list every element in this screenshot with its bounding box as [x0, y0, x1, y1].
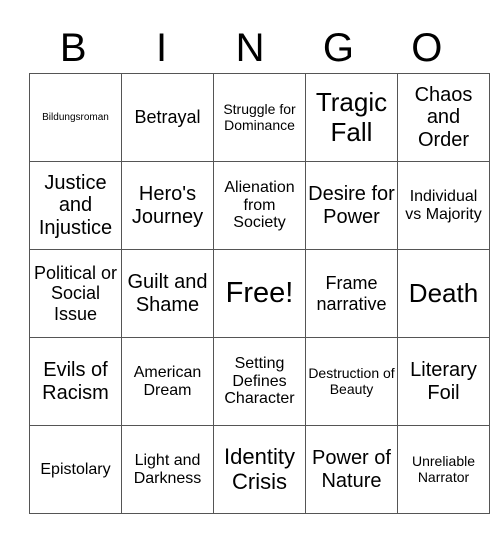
header-letter-n: N [235, 26, 265, 70]
grid-row: Bildungsroman Betrayal Struggle for Domi… [29, 73, 490, 162]
bingo-cell[interactable]: Alienation from Society [213, 161, 306, 250]
bingo-cell[interactable]: Political or Social Issue [29, 249, 122, 338]
bingo-cell[interactable]: Light and Darkness [121, 425, 214, 514]
header-letter-b: B [59, 26, 87, 70]
bingo-header: B I N G O [29, 24, 471, 72]
bingo-cell[interactable]: Chaos and Order [397, 73, 490, 162]
bingo-cell[interactable]: Hero's Journey [121, 161, 214, 250]
bingo-cell[interactable]: Literary Foil [397, 337, 490, 426]
bingo-cell[interactable]: Struggle for Dominance [213, 73, 306, 162]
bingo-cell[interactable]: Setting Defines Character [213, 337, 306, 426]
grid-row: Justice and Injustice Hero's Journey Ali… [29, 161, 490, 250]
bingo-cell[interactable]: Frame narrative [305, 249, 398, 338]
bingo-cell[interactable]: Evils of Racism [29, 337, 122, 426]
bingo-cell[interactable]: Epistolary [29, 425, 122, 514]
bingo-cell[interactable]: Guilt and Shame [121, 249, 214, 338]
bingo-cell[interactable]: Betrayal [121, 73, 214, 162]
bingo-cell[interactable]: Identity Crisis [213, 425, 306, 514]
bingo-cell[interactable]: Individual vs Majority [397, 161, 490, 250]
header-letter-i: I [156, 26, 168, 70]
bingo-cell[interactable]: Desire for Power [305, 161, 398, 250]
grid-row: Political or Social Issue Guilt and Sham… [29, 249, 490, 338]
bingo-cell[interactable]: Destruction of Beauty [305, 337, 398, 426]
bingo-grid: Bildungsroman Betrayal Struggle for Domi… [29, 73, 490, 514]
bingo-cell[interactable]: Bildungsroman [29, 73, 122, 162]
header-letter-o: O [411, 26, 443, 70]
bingo-cell[interactable]: Unreliable Narrator [397, 425, 490, 514]
bingo-cell[interactable]: Power of Nature [305, 425, 398, 514]
bingo-cell[interactable]: Death [397, 249, 490, 338]
bingo-cell[interactable]: Justice and Injustice [29, 161, 122, 250]
header-letter-g: G [322, 26, 354, 70]
grid-row: Evils of Racism American Dream Setting D… [29, 337, 490, 426]
grid-row: Epistolary Light and Darkness Identity C… [29, 425, 490, 514]
free-space-cell[interactable]: Free! [213, 249, 306, 338]
bingo-cell[interactable]: American Dream [121, 337, 214, 426]
bingo-cell[interactable]: Tragic Fall [305, 73, 398, 162]
